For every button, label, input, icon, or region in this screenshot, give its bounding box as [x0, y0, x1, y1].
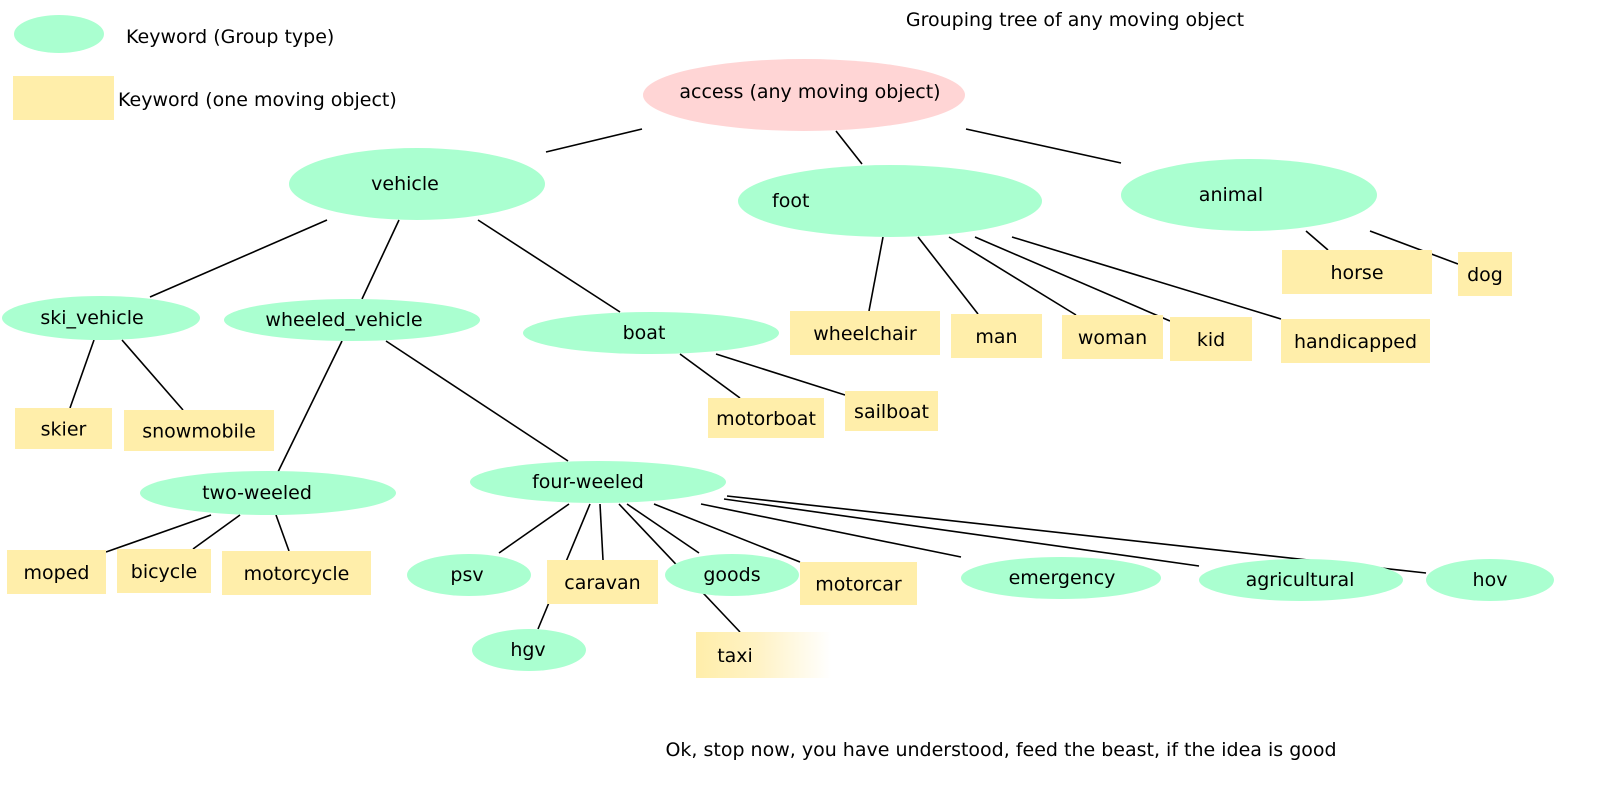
node-foot[interactable]: foot [738, 165, 1042, 237]
edge-wheeled_vehicle-four_weeled [385, 340, 569, 462]
node-label: sailboat [854, 401, 929, 423]
node-motorboat[interactable]: motorboat [708, 398, 824, 438]
node-label: agricultural [1246, 569, 1355, 591]
node-label: foot [772, 190, 809, 212]
node-handicapped[interactable]: handicapped [1281, 319, 1430, 363]
edge-vehicle-wheeled_vehicle [361, 219, 400, 300]
node-label: goods [703, 564, 760, 586]
edge-foot-wheelchair [868, 236, 884, 312]
edge-boat-sailboat [715, 353, 846, 396]
edge-four_weeled-agricultural [723, 498, 1200, 567]
node-taxi[interactable]: taxi [696, 632, 831, 678]
node-label: wheeled_vehicle [265, 309, 422, 331]
node-emergency[interactable]: emergency [961, 557, 1161, 599]
node-snowmobile[interactable]: snowmobile [124, 410, 274, 451]
edge-access-vehicle [545, 128, 643, 153]
legend: Keyword (Group type) Keyword (one moving… [13, 15, 397, 120]
node-hgv[interactable]: hgv [472, 629, 586, 671]
node-label: handicapped [1294, 331, 1417, 353]
node-label: emergency [1009, 567, 1116, 589]
node-wheelchair[interactable]: wheelchair [790, 311, 940, 355]
edge-wheeled_vehicle-two_weeled [277, 340, 343, 473]
node-psv[interactable]: psv [407, 554, 531, 596]
node-kid[interactable]: kid [1170, 317, 1252, 361]
node-label: access (any moving object) [679, 81, 940, 103]
node-label: caravan [564, 572, 640, 594]
node-caravan[interactable]: caravan [547, 560, 658, 604]
node-label: four-weeled [532, 471, 644, 493]
node-label: kid [1197, 329, 1225, 351]
node-horse[interactable]: horse [1282, 250, 1432, 294]
node-label: taxi [717, 645, 753, 667]
node-label: skier [41, 419, 87, 441]
node-boat[interactable]: boat [523, 312, 779, 354]
edge-foot-woman [948, 236, 1077, 316]
node-agricultural[interactable]: agricultural [1199, 559, 1403, 601]
node-label: horse [1330, 262, 1383, 284]
node-label: hgv [510, 639, 545, 661]
node-label: motorboat [716, 408, 816, 430]
node-sailboat[interactable]: sailboat [845, 391, 938, 431]
node-wheeled_vehicle[interactable]: wheeled_vehicle [224, 299, 480, 341]
node-label: motorcycle [244, 563, 350, 585]
node-label: moped [24, 562, 90, 584]
grouping-tree-diagram: Keyword (Group type) Keyword (one moving… [2, 9, 1554, 761]
edge-ski_vehicle-skier [69, 339, 95, 409]
node-vehicle[interactable]: vehicle [289, 148, 545, 220]
edge-four_weeled-caravan [599, 503, 604, 561]
node-four_weeled[interactable]: four-weeled [470, 461, 726, 503]
edge-vehicle-boat [477, 219, 621, 313]
edge-animal-horse [1305, 230, 1329, 251]
node-label: vehicle [371, 173, 439, 195]
node-ski_vehicle[interactable]: ski_vehicle [2, 296, 200, 340]
edge-two_weeled-bicycle [192, 514, 241, 550]
edge-four_weeled-emergency [700, 503, 962, 558]
node-label: snowmobile [142, 421, 256, 443]
node-woman[interactable]: woman [1062, 315, 1163, 359]
node-access[interactable]: access (any moving object) [643, 59, 965, 131]
edge-four_weeled-goods [626, 503, 700, 554]
node-label: animal [1199, 184, 1263, 206]
node-label: psv [450, 564, 483, 586]
node-bicycle[interactable]: bicycle [117, 549, 211, 593]
node-motorcar[interactable]: motorcar [800, 562, 917, 605]
node-label: motorcar [815, 574, 902, 596]
node-label: ski_vehicle [40, 307, 143, 329]
footer-note: Ok, stop now, you have understood, feed … [665, 739, 1336, 761]
node-goods[interactable]: goods [665, 554, 799, 596]
edge-four_weeled-psv [498, 503, 570, 554]
legend-group-swatch [14, 15, 104, 53]
edge-foot-kid [974, 236, 1171, 322]
edge-vehicle-ski_vehicle [149, 219, 328, 298]
node-label: bicycle [131, 561, 197, 583]
edge-boat-motorboat [679, 353, 741, 399]
node-two_weeled[interactable]: two-weeled [140, 471, 396, 515]
nodes: access (any moving object) vehicle foot ani… [2, 59, 1554, 678]
node-motorcycle[interactable]: motorcycle [222, 551, 371, 595]
node-label: two-weeled [202, 482, 312, 504]
node-label: man [975, 326, 1017, 348]
node-label: dog [1467, 264, 1503, 286]
node-skier[interactable]: skier [15, 408, 112, 449]
diagram-title: Grouping tree of any moving object [906, 9, 1244, 31]
node-label: woman [1078, 327, 1147, 349]
edge-foot-handicapped [1011, 236, 1282, 320]
legend-object-swatch [13, 76, 114, 120]
edge-ski_vehicle-snowmobile [121, 339, 184, 411]
legend-object-label: Keyword (one moving object) [118, 89, 397, 111]
node-label: boat [623, 322, 666, 344]
node-moped[interactable]: moped [7, 550, 106, 594]
edge-access-foot [835, 130, 863, 165]
node-man[interactable]: man [951, 314, 1042, 358]
node-label: wheelchair [813, 323, 917, 345]
node-hov[interactable]: hov [1426, 559, 1554, 601]
edge-two_weeled-motorcycle [275, 514, 290, 552]
node-dog[interactable]: dog [1458, 252, 1512, 296]
edge-access-animal [965, 128, 1122, 164]
node-animal[interactable]: animal [1121, 159, 1377, 231]
legend-group-label: Keyword (Group type) [126, 26, 334, 48]
edge-four_weeled-motorcar [653, 503, 801, 563]
node-label: hov [1473, 569, 1508, 591]
